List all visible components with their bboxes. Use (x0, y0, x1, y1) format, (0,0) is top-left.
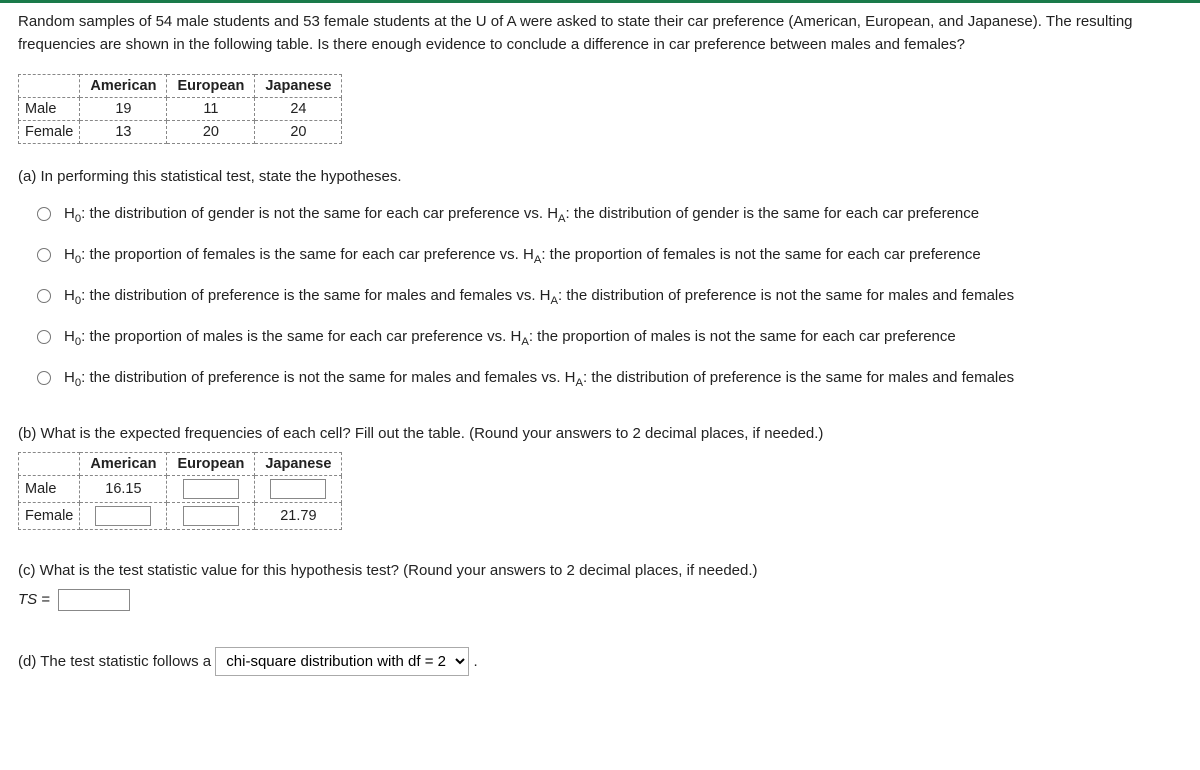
col-header: Japanese (255, 453, 342, 476)
table-corner (19, 75, 80, 98)
radio-input[interactable] (37, 330, 51, 344)
row-header: Male (19, 98, 80, 121)
observed-table: American European Japanese Male 19 11 24… (18, 74, 342, 144)
radio-option[interactable]: H0: the distribution of preference is th… (32, 277, 1182, 318)
distribution-select[interactable]: chi-square distribution with df = 2 (215, 647, 469, 676)
radio-input[interactable] (37, 289, 51, 303)
expected-table: American European Japanese Male 16.15 Fe… (18, 452, 342, 530)
col-header: Japanese (255, 75, 342, 98)
radio-option[interactable]: H0: the proportion of females is the sam… (32, 236, 1182, 277)
part-d: (d) The test statistic follows a chi-squ… (18, 647, 1182, 676)
cell: 20 (255, 121, 342, 144)
table-row: Female 21.79 (19, 503, 342, 530)
expected-input[interactable] (270, 479, 326, 499)
option-text: H0: the distribution of gender is not th… (64, 203, 979, 228)
row-header: Female (19, 121, 80, 144)
row-header: Female (19, 503, 80, 530)
cell-static: 21.79 (255, 503, 342, 530)
part-c-prompt: (c) What is the test statistic value for… (18, 562, 1182, 579)
intro-text: Random samples of 54 male students and 5… (18, 11, 1182, 56)
table-row: Male 16.15 (19, 476, 342, 503)
col-header: American (80, 453, 167, 476)
table-row: Female 13 20 20 (19, 121, 342, 144)
radio-option[interactable]: H0: the distribution of preference is no… (32, 359, 1182, 400)
ts-row: TS = (18, 589, 1182, 611)
option-text: H0: the proportion of females is the sam… (64, 244, 981, 269)
cell: 24 (255, 98, 342, 121)
part-d-prefix: (d) The test statistic follows a (18, 653, 215, 670)
cell: 20 (167, 121, 255, 144)
option-text: H0: the distribution of preference is no… (64, 367, 1014, 392)
table-corner (19, 453, 80, 476)
part-d-suffix: . (473, 653, 477, 670)
part-a-prompt: (a) In performing this statistical test,… (18, 168, 1182, 185)
row-header: Male (19, 476, 80, 503)
expected-input[interactable] (183, 479, 239, 499)
option-text: H0: the proportion of males is the same … (64, 326, 956, 351)
option-text: H0: the distribution of preference is th… (64, 285, 1014, 310)
part-b-prompt: (b) What is the expected frequencies of … (18, 425, 1182, 442)
radio-option[interactable]: H0: the proportion of males is the same … (32, 318, 1182, 359)
radio-input[interactable] (37, 371, 51, 385)
equals-sign: = (37, 591, 54, 608)
part-a-options: H0: the distribution of gender is not th… (18, 195, 1182, 399)
cell: 13 (80, 121, 167, 144)
expected-input[interactable] (95, 506, 151, 526)
expected-input[interactable] (183, 506, 239, 526)
ts-label: TS (18, 591, 37, 608)
radio-input[interactable] (37, 248, 51, 262)
cell: 11 (167, 98, 255, 121)
col-header: European (167, 75, 255, 98)
col-header: American (80, 75, 167, 98)
radio-option[interactable]: H0: the distribution of gender is not th… (32, 195, 1182, 236)
cell: 19 (80, 98, 167, 121)
col-header: European (167, 453, 255, 476)
radio-input[interactable] (37, 207, 51, 221)
table-row: Male 19 11 24 (19, 98, 342, 121)
cell-static: 16.15 (80, 476, 167, 503)
ts-input[interactable] (58, 589, 130, 611)
